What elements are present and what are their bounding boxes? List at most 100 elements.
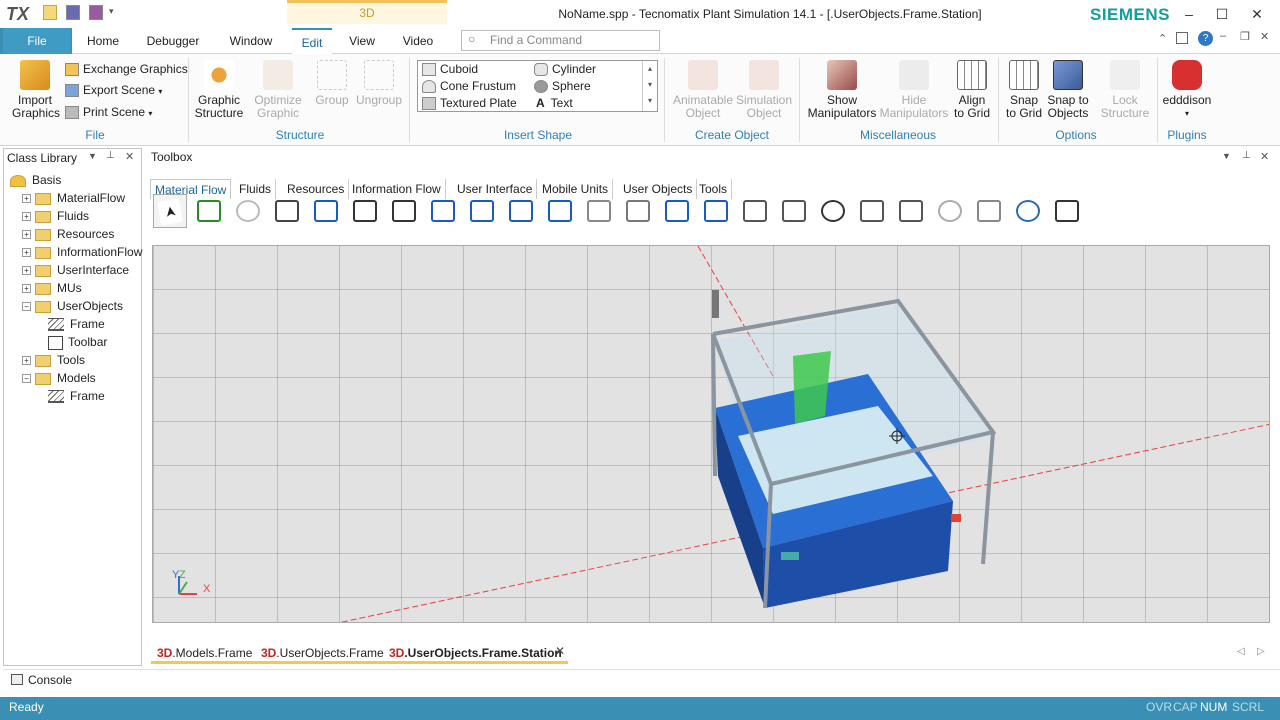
animatable-object-button[interactable]: Animatable Object xyxy=(672,60,734,120)
exchange-graphics-button[interactable]: Exchange Graphics xyxy=(65,59,188,80)
expand-icon[interactable]: + xyxy=(22,230,31,240)
pickandplace-tool-icon[interactable] xyxy=(1011,194,1045,228)
turntable-tool-icon[interactable] xyxy=(855,194,889,228)
disassembly-tool-icon[interactable] xyxy=(543,194,577,228)
toolbox-close-icon[interactable]: ✕ xyxy=(1260,150,1269,163)
expand-icon[interactable]: + xyxy=(22,284,31,294)
tree-item-materialflow[interactable]: + MaterialFlow xyxy=(22,189,125,207)
doc-tab-models-frame[interactable]: 3D.Models.Frame xyxy=(151,644,259,664)
panel-menu-icon[interactable]: ▼ xyxy=(88,151,97,161)
optimize-graphic-button[interactable]: Optimize Graphic xyxy=(252,60,304,120)
file-tab[interactable]: File xyxy=(3,28,71,54)
graphic-structure-button[interactable]: Graphic Structure xyxy=(194,60,244,120)
collapse-ribbon-icon[interactable]: ⌃ xyxy=(1158,32,1167,45)
assembly-tool-icon[interactable] xyxy=(504,194,538,228)
single-proc-tool-icon[interactable] xyxy=(426,194,460,228)
entrance-tool-icon[interactable] xyxy=(348,194,382,228)
panel-close-icon[interactable]: ✕ xyxy=(125,150,134,163)
tree-item-informationflow[interactable]: + InformationFlow xyxy=(22,243,142,261)
shape-text[interactable]: A Text xyxy=(534,95,573,112)
pin-icon[interactable]: ⊥ xyxy=(106,150,115,161)
export-scene-button[interactable]: Export Scene ▾ xyxy=(65,80,162,101)
shape-cuboid[interactable]: Cuboid xyxy=(422,61,478,78)
snap-to-grid-button[interactable]: Snap to Grid xyxy=(1004,60,1044,120)
doc-tab-userobjects-frame[interactable]: 3D.UserObjects.Frame xyxy=(255,644,390,664)
cycle-tool-icon[interactable] xyxy=(777,194,811,228)
find-command-input[interactable]: Find a Command xyxy=(461,30,660,51)
expand-icon[interactable]: − xyxy=(22,374,31,384)
minimize-icon[interactable]: – xyxy=(1174,4,1204,24)
maximize-icon[interactable]: ☐ xyxy=(1207,4,1237,24)
show-manipulators-button[interactable]: Show Manipulators xyxy=(806,60,878,120)
doc-restore-icon[interactable]: ❐ xyxy=(1240,30,1250,43)
pointer-tool-icon[interactable]: ➤ xyxy=(153,194,187,228)
align-to-grid-button[interactable]: Align to Grid xyxy=(950,60,994,120)
store-tool-icon[interactable] xyxy=(621,194,655,228)
group-button[interactable]: Group xyxy=(312,60,352,107)
line-tool-icon[interactable] xyxy=(816,194,850,228)
expand-icon[interactable]: + xyxy=(22,212,31,222)
tab-debugger[interactable]: Debugger xyxy=(140,28,206,54)
shift-calendar-tool-icon[interactable] xyxy=(972,194,1006,228)
expand-icon[interactable]: + xyxy=(22,194,31,204)
hide-manipulators-button[interactable]: Hide Manipulators xyxy=(878,60,950,120)
tree-item-fluids[interactable]: + Fluids xyxy=(22,207,89,225)
expand-icon[interactable]: + xyxy=(22,266,31,276)
parallel-proc-tool-icon[interactable] xyxy=(465,194,499,228)
tree-item-userinterface[interactable]: + UserInterface xyxy=(22,261,129,279)
expand-icon[interactable]: − xyxy=(22,302,31,312)
toolbox-menu-icon[interactable]: ▼ xyxy=(1222,151,1231,161)
lock-structure-button[interactable]: Lock Structure xyxy=(1098,60,1152,120)
edddison-button[interactable]: edddison ▾ xyxy=(1160,60,1214,120)
doc-close-icon[interactable]: ✕ xyxy=(1260,30,1269,43)
tree-item-frame[interactable]: Frame xyxy=(48,315,105,333)
3d-viewport[interactable]: Y Z X xyxy=(152,245,1270,623)
import-graphics-button[interactable]: Import Graphics xyxy=(12,60,60,120)
quick-access-dropdown-icon[interactable]: ▾ xyxy=(109,6,114,17)
doc-tab-close-icon[interactable]: ✕ xyxy=(555,644,565,658)
snap-to-objects-button[interactable]: Snap to Objects xyxy=(1046,60,1090,120)
tab-scroll-left-icon[interactable]: ◁ xyxy=(1237,646,1245,657)
buffer-tool-icon[interactable] xyxy=(660,194,694,228)
tree-item-tools[interactable]: + Tools xyxy=(22,351,85,369)
drain-tool-icon[interactable] xyxy=(387,194,421,228)
tree-item-basis[interactable]: Basis xyxy=(10,171,61,189)
toolbox-pin-icon[interactable]: ⊥ xyxy=(1242,150,1251,161)
gallery-scroll[interactable]: ▴ ▾ ▾ xyxy=(642,61,657,111)
tree-item-resources[interactable]: + Resources xyxy=(22,225,114,243)
close-icon[interactable]: ✕ xyxy=(1242,4,1272,24)
print-scene-button[interactable]: Print Scene ▾ xyxy=(65,102,152,123)
track-tool-icon[interactable] xyxy=(1050,194,1084,228)
simulation-object-button[interactable]: Simulation Object xyxy=(734,60,794,120)
tree-item-mus[interactable]: + MUs xyxy=(22,279,82,297)
save-icon[interactable] xyxy=(66,5,80,20)
ungroup-button[interactable]: Ungroup xyxy=(354,60,404,107)
event-controller-tool-icon[interactable] xyxy=(231,194,265,228)
shape-sphere[interactable]: Sphere xyxy=(534,78,591,95)
tree-item-models[interactable]: − Models xyxy=(22,369,96,387)
connector-tool-icon[interactable] xyxy=(192,194,226,228)
shape-textured-plate[interactable]: Textured Plate xyxy=(422,95,517,112)
tree-item-toolbar[interactable]: Toolbar xyxy=(48,333,107,351)
flowcontrol-tool-icon[interactable] xyxy=(933,194,967,228)
expand-icon[interactable]: + xyxy=(22,356,31,366)
shape-cylinder[interactable]: Cylinder xyxy=(534,61,596,78)
tab-window[interactable]: Window xyxy=(222,28,280,54)
turnplate-tool-icon[interactable] xyxy=(894,194,928,228)
tab-home[interactable]: Home xyxy=(80,28,126,54)
tab-edit[interactable]: Edit xyxy=(292,28,332,54)
tab-video[interactable]: Video xyxy=(396,28,440,54)
tree-item-frame[interactable]: Frame xyxy=(48,387,105,405)
expand-icon[interactable]: + xyxy=(22,248,31,258)
layout-icon[interactable] xyxy=(1176,32,1188,44)
console-bar[interactable]: Console xyxy=(3,669,1280,693)
tree-item-userobjects[interactable]: − UserObjects xyxy=(22,297,123,315)
placebuffer-tool-icon[interactable] xyxy=(699,194,733,228)
doc-tab-station[interactable]: 3D.UserObjects.Frame.Station xyxy=(383,644,568,664)
doc-minimize-icon[interactable]: – xyxy=(1220,30,1226,42)
source-tool-icon[interactable] xyxy=(309,194,343,228)
dismantle-tool-icon[interactable] xyxy=(582,194,616,228)
tab-scroll-right-icon[interactable]: ▷ xyxy=(1257,646,1265,657)
sorter-tool-icon[interactable] xyxy=(738,194,772,228)
tab-view[interactable]: View xyxy=(342,28,382,54)
